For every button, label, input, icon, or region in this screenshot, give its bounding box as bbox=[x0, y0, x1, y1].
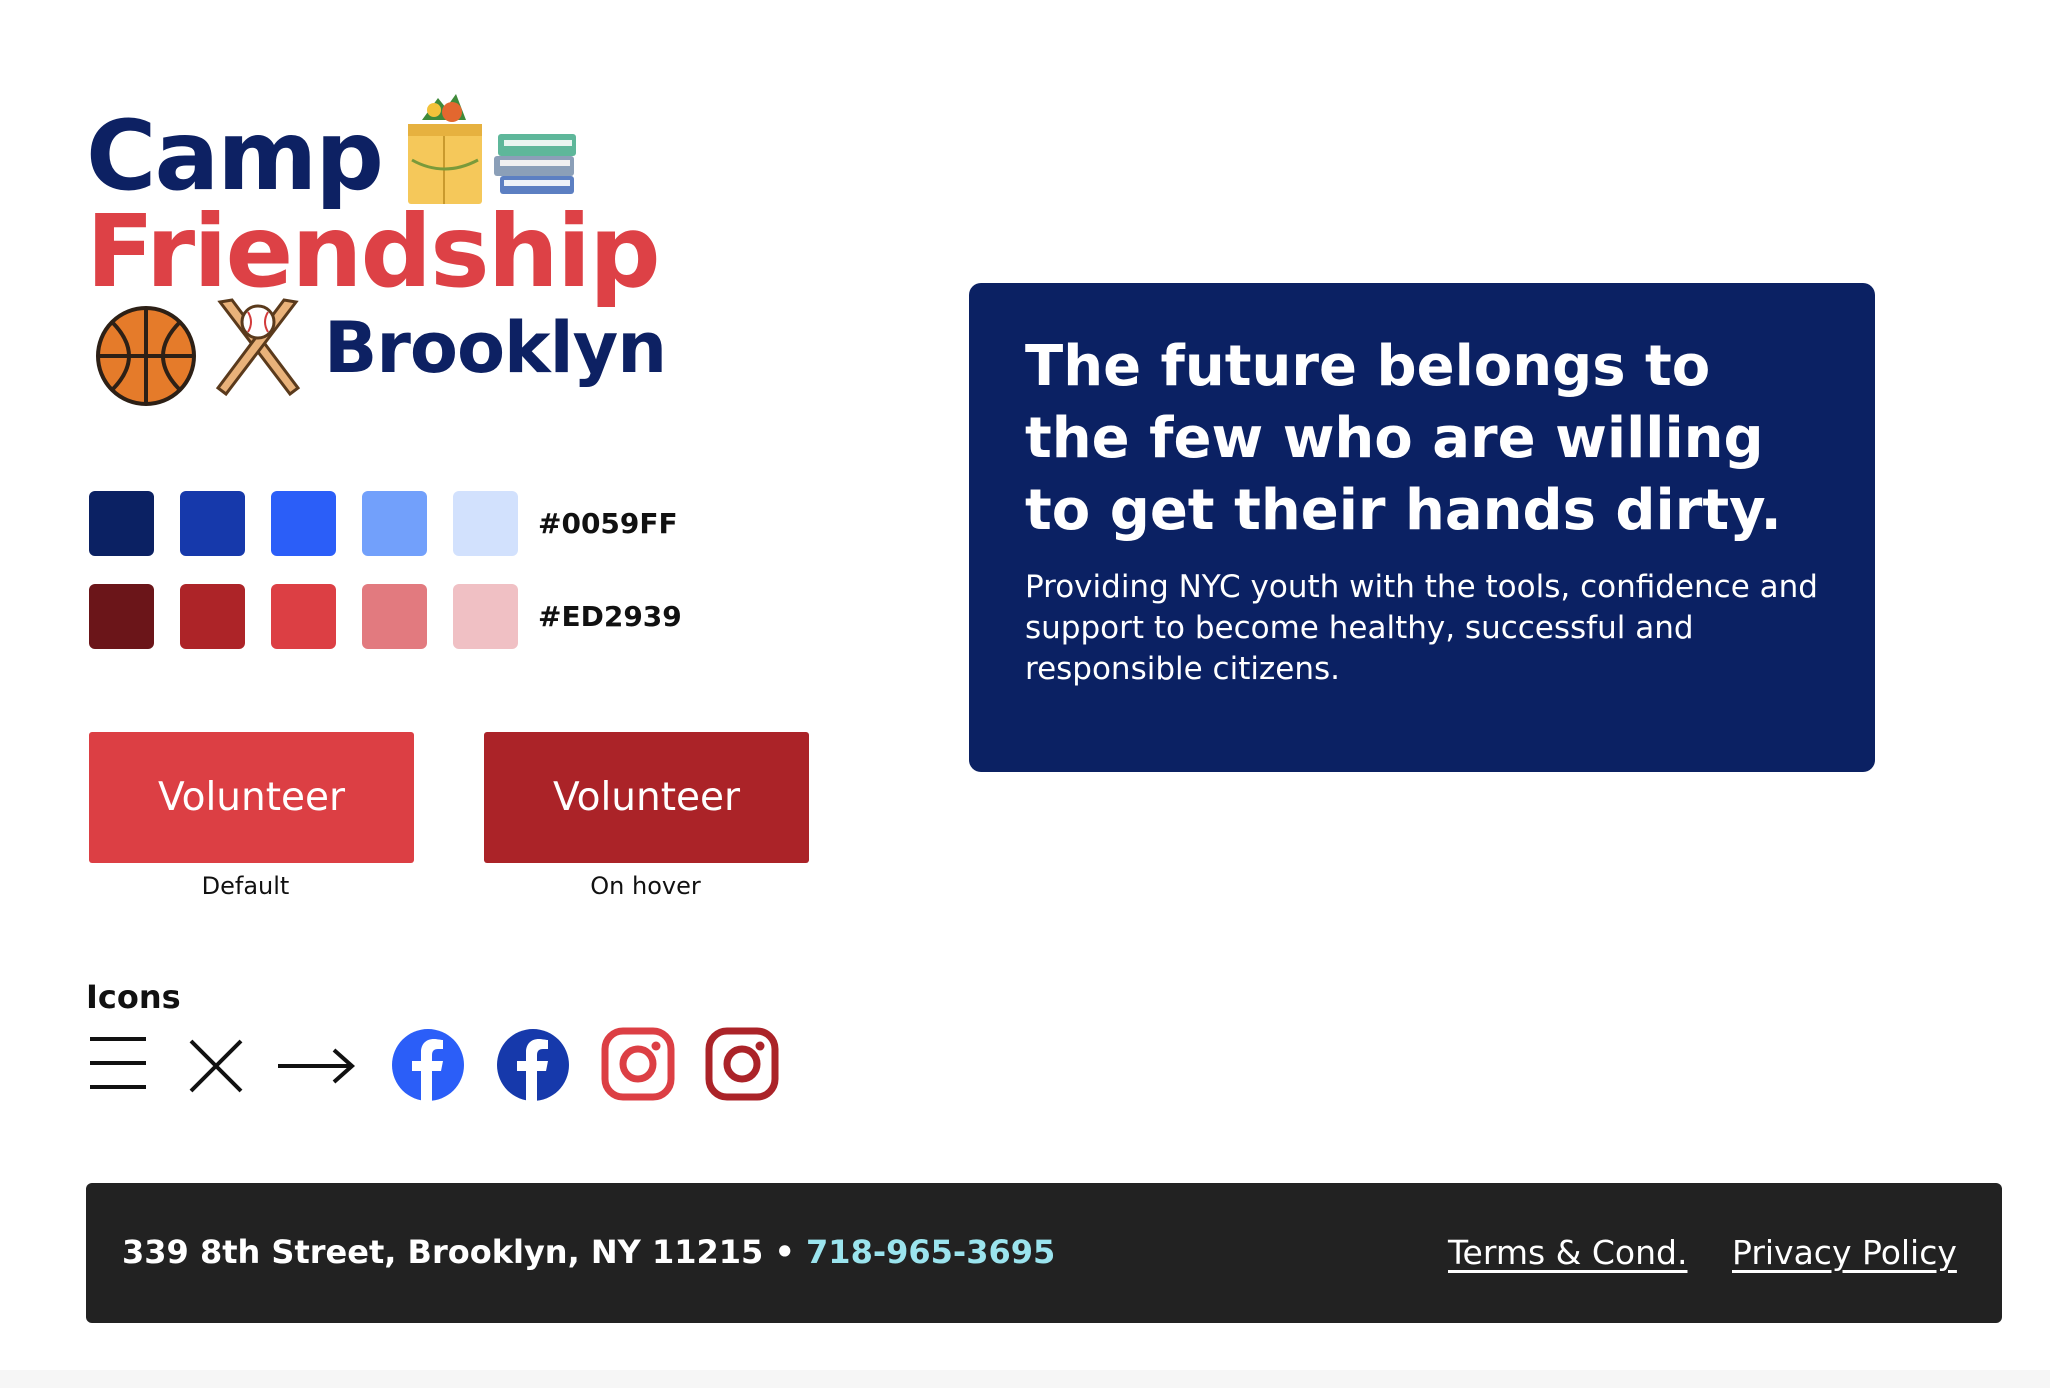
page-bottom-strip bbox=[0, 1370, 2050, 1388]
logo: Camp Friendship Brooklyn bbox=[86, 90, 686, 420]
terms-link[interactable]: Terms & Cond. bbox=[1448, 1233, 1687, 1272]
close-icon[interactable] bbox=[188, 1038, 244, 1094]
default-state-caption: Default bbox=[201, 872, 290, 900]
blue-swatch-3 bbox=[271, 491, 336, 556]
mission-headline: The future belongs to the few who are wi… bbox=[1025, 334, 1782, 543]
logo-friendship-text: Friendship bbox=[86, 193, 661, 310]
mission-body: Providing NYC youth with the tools, conf… bbox=[1025, 569, 1818, 687]
baseball-bats-icon bbox=[215, 298, 301, 397]
logo-brooklyn-text: Brooklyn bbox=[324, 307, 667, 389]
blue-swatch-1 bbox=[89, 491, 154, 556]
icons-section-title: Icons bbox=[86, 978, 181, 1016]
facebook-icon[interactable] bbox=[495, 1027, 571, 1103]
volunteer-button-hover[interactable]: Volunteer bbox=[484, 732, 809, 863]
mission-card: The future belongs to the few who are wi… bbox=[969, 283, 1875, 772]
red-swatch-4 bbox=[362, 584, 427, 649]
facebook-icon[interactable] bbox=[390, 1027, 466, 1103]
footer-address-text: 339 8th Street, Brooklyn, NY 11215 • bbox=[122, 1233, 807, 1271]
arrow-right-icon[interactable] bbox=[276, 1046, 356, 1086]
volunteer-button-default[interactable]: Volunteer bbox=[89, 732, 414, 863]
red-palette-row: #ED2939 bbox=[89, 584, 682, 649]
privacy-policy-link[interactable]: Privacy Policy bbox=[1732, 1233, 1957, 1272]
blue-palette-row: #0059FF bbox=[89, 491, 678, 556]
blue-swatch-5 bbox=[453, 491, 518, 556]
footer: 339 8th Street, Brooklyn, NY 11215 • 718… bbox=[86, 1183, 2002, 1323]
logo-camp-text: Camp bbox=[86, 100, 384, 212]
books-icon bbox=[494, 134, 576, 194]
instagram-icon[interactable] bbox=[705, 1027, 779, 1101]
blue-hex-label: #0059FF bbox=[538, 507, 678, 540]
grocery-bag-icon bbox=[408, 94, 482, 204]
hover-state-caption: On hover bbox=[590, 872, 701, 900]
blue-swatch-2 bbox=[180, 491, 245, 556]
red-swatch-5 bbox=[453, 584, 518, 649]
red-hex-label: #ED2939 bbox=[538, 600, 682, 633]
footer-phone-link[interactable]: 718-965-3695 bbox=[806, 1233, 1055, 1271]
red-swatch-1 bbox=[89, 584, 154, 649]
red-swatch-3 bbox=[271, 584, 336, 649]
red-swatch-2 bbox=[180, 584, 245, 649]
footer-address: 339 8th Street, Brooklyn, NY 11215 • 718… bbox=[122, 1233, 1055, 1271]
basketball-icon bbox=[96, 306, 196, 406]
blue-swatch-4 bbox=[362, 491, 427, 556]
instagram-icon[interactable] bbox=[601, 1027, 675, 1101]
menu-icon[interactable] bbox=[88, 1035, 148, 1091]
